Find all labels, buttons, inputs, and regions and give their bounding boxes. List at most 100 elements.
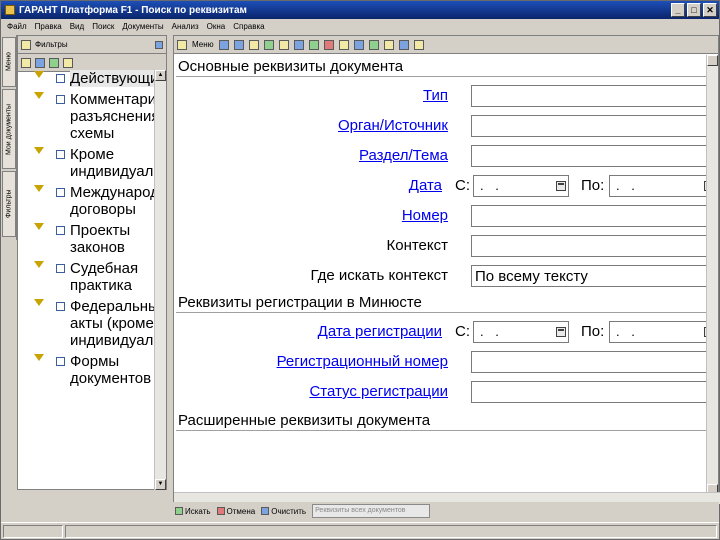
filter-icon[interactable]	[21, 39, 31, 50]
cancel-button[interactable]: Отмена	[216, 507, 255, 516]
scroll-down-icon[interactable]: ▼	[155, 479, 166, 490]
checkbox[interactable]	[56, 74, 65, 83]
menu-file[interactable]: Файл	[7, 22, 27, 31]
new-filter-icon[interactable]	[21, 57, 31, 68]
calendar-icon[interactable]	[556, 327, 566, 337]
label-date[interactable]: Дата	[409, 177, 442, 194]
reg-date-to-field[interactable]: . .	[609, 321, 708, 343]
copy-filter-icon[interactable]	[49, 57, 59, 68]
checkbox[interactable]	[56, 302, 65, 311]
reg-number-field[interactable]	[471, 351, 708, 373]
label-reg-status[interactable]: Статус регистрации	[309, 383, 448, 400]
label-number[interactable]: Номер	[402, 207, 448, 224]
filters-panel-header: Фильтры	[18, 36, 166, 54]
checkbox[interactable]	[56, 357, 65, 366]
list-item[interactable]: Действующие	[18, 70, 156, 87]
window-controls: _ □ ✕	[671, 3, 717, 17]
filter-icon	[34, 92, 44, 102]
list-item[interactable]: Комментарии, разъяснения, схемы	[18, 91, 156, 142]
section-registration: Реквизиты регистрации в Минюсте	[176, 293, 706, 313]
scroll-up-icon[interactable]	[707, 55, 718, 66]
menu-view[interactable]: Вид	[70, 22, 84, 31]
menu-windows[interactable]: Окна	[207, 22, 226, 31]
organ-field[interactable]	[471, 115, 708, 137]
row-number: Номер	[174, 203, 708, 229]
label-organ[interactable]: Орган/Источник	[338, 117, 448, 134]
reg-date-range: С: . . По: . .	[455, 321, 708, 343]
settings-icon[interactable]	[368, 39, 379, 50]
checkbox[interactable]	[56, 264, 65, 273]
list-item[interactable]: Кроме индивидуальных	[18, 146, 156, 180]
date-from-label: С:	[455, 177, 470, 194]
list-item[interactable]: Формы документов	[18, 353, 156, 387]
filters-panel-title: Фильтры	[35, 40, 68, 49]
forward-icon[interactable]	[233, 39, 244, 50]
menu-icon[interactable]	[177, 39, 187, 50]
list-item[interactable]: Судебная практика	[18, 260, 156, 294]
number-field[interactable]	[471, 205, 708, 227]
apply-filter-icon[interactable]	[63, 57, 73, 68]
filters-panel: Фильтры Действующие Комментарии, разъясн…	[17, 35, 167, 490]
list-item[interactable]: Федеральные акты (кроме индивидуальных)	[18, 298, 156, 349]
row-reg-number: Регистрационный номер	[174, 349, 708, 375]
label-type[interactable]: Тип	[423, 87, 448, 104]
label-razdel[interactable]: Раздел/Тема	[359, 147, 448, 164]
filters-scrollbar[interactable]: ▲ ▼	[154, 70, 166, 490]
label-reg-date[interactable]: Дата регистрации	[318, 323, 442, 340]
bookmark-icon[interactable]	[383, 39, 394, 50]
checkbox[interactable]	[56, 188, 65, 197]
list-item[interactable]: Проекты законов	[18, 222, 156, 256]
tab-filters[interactable]: Фильтры	[2, 171, 16, 237]
send-icon[interactable]	[398, 39, 409, 50]
checkbox[interactable]	[56, 150, 65, 159]
clear-button[interactable]: Очистить	[261, 507, 306, 516]
menu-edit[interactable]: Правка	[35, 22, 62, 31]
search-form-toolbar: Меню	[174, 36, 718, 54]
menu-analysis[interactable]: Анализ	[172, 22, 199, 31]
context-field[interactable]	[471, 235, 708, 257]
razdel-field[interactable]	[471, 145, 708, 167]
menu-help[interactable]: Справка	[233, 22, 264, 31]
print-icon[interactable]	[338, 39, 349, 50]
filter-icon	[34, 354, 44, 364]
type-field[interactable]	[471, 85, 708, 107]
reg-status-field[interactable]	[471, 381, 708, 403]
tools-icon[interactable]	[293, 39, 304, 50]
open-icon[interactable]	[248, 39, 259, 50]
list-item[interactable]: Международные договоры	[18, 184, 156, 218]
menu-search[interactable]: Поиск	[92, 22, 114, 31]
calendar-icon[interactable]	[556, 181, 566, 191]
toolbar-menu-label[interactable]: Меню	[192, 40, 214, 49]
tab-my-documents[interactable]: Мои документы	[2, 89, 16, 169]
expand-icon[interactable]	[263, 39, 274, 50]
collapse-icon[interactable]	[278, 39, 289, 50]
scroll-up-icon[interactable]: ▲	[155, 70, 166, 81]
search-button[interactable]: Искать	[175, 507, 211, 516]
filters-list: Действующие Комментарии, разъяснения, сх…	[18, 70, 156, 528]
close-button[interactable]: ✕	[703, 3, 717, 17]
filter-icon[interactable]	[413, 39, 424, 50]
edit-filter-icon[interactable]	[35, 57, 45, 68]
menu-documents[interactable]: Документы	[122, 22, 163, 31]
label-reg-number[interactable]: Регистрационный номер	[277, 353, 448, 370]
status-segment	[3, 525, 63, 538]
refresh-icon[interactable]	[308, 39, 319, 50]
context-where-select[interactable]: По всему тексту	[471, 265, 708, 287]
reg-date-from-field[interactable]: . .	[473, 321, 569, 343]
save-icon[interactable]	[323, 39, 334, 50]
date-to-label: По:	[581, 177, 605, 194]
back-icon[interactable]	[218, 39, 229, 50]
label-context-where: Где искать контекст	[310, 267, 448, 284]
form-vertical-scrollbar[interactable]	[706, 55, 718, 495]
date-to-field[interactable]: . .	[609, 175, 708, 197]
maximize-button[interactable]: □	[687, 3, 701, 17]
checkbox[interactable]	[56, 95, 65, 104]
panel-menu-icon[interactable]	[155, 40, 163, 49]
app-icon	[5, 5, 15, 15]
search-scope-select[interactable]: Реквизиты всех документов	[312, 504, 431, 518]
minimize-button[interactable]: _	[671, 3, 685, 17]
tab-menu[interactable]: Меню	[2, 37, 16, 87]
checkbox[interactable]	[56, 226, 65, 235]
export-icon[interactable]	[353, 39, 364, 50]
date-from-field[interactable]: . .	[473, 175, 569, 197]
